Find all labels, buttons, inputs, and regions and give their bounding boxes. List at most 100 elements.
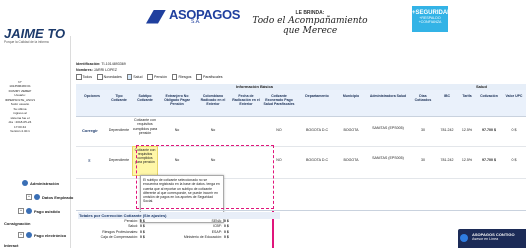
user-info: N° 1013596480 01 DUMMY ZEBEP Usuario: ID… xyxy=(3,80,37,134)
cell-municipio: BOGOTA xyxy=(343,158,359,162)
chat-icon xyxy=(460,234,468,242)
cell-cotizacion: 97.700 $ xyxy=(482,158,496,162)
col-ibc: IBC xyxy=(443,94,451,98)
chat-widget[interactable]: ASOPAGOS CONTIGO Asesor en Línea xyxy=(458,229,526,248)
cell-tarifa: 12.5% xyxy=(461,158,473,162)
cell-valor-upc: 0 $ xyxy=(511,158,517,162)
checkbox[interactable] xyxy=(97,74,103,80)
total-value: 0 $ xyxy=(224,235,229,240)
table-header: Opciones Tipo Cotizante Subtipo Cotizant… xyxy=(76,90,526,117)
cell-colombiano: No xyxy=(210,128,216,132)
cell-municipio: BOGOTA xyxy=(343,128,359,132)
id-value: TI-1014893369 xyxy=(101,62,126,66)
sidebar-brand: JAIME TO xyxy=(4,26,66,41)
expand-icon: + xyxy=(18,208,24,214)
globe-icon xyxy=(26,232,32,238)
col-municipio: Municipio xyxy=(342,94,360,98)
total-value: 0 $ xyxy=(140,235,145,240)
col-subtipo: Subtipo Cotizante xyxy=(137,94,153,103)
totals-left-values: 0 $ 0 $ 0 $ 0 $ xyxy=(140,219,154,241)
menu-item-administracion[interactable]: Administración xyxy=(22,178,86,188)
total-label: Ministerio de Educación: xyxy=(183,235,222,240)
identification-block: Identificación: TI-1014893369 Nombres: J… xyxy=(76,62,126,74)
cell-tipo: Dependiente xyxy=(108,158,130,162)
totals-title: Totales por Corrección Cotizante (Sin aj… xyxy=(78,212,280,219)
name-label: Nombres: xyxy=(76,67,93,72)
cell-subtipo: Cotizante con requisitos cumplidos para … xyxy=(132,118,158,135)
col-valor-upc: Valor UPC xyxy=(505,94,523,98)
col-exonerado: Cotizante Exonerado Pago Salud Parafisca… xyxy=(263,94,295,107)
menu-icon-button[interactable]: Ξ xyxy=(88,158,91,163)
cell-admin: SANITAS (EPS005) xyxy=(372,156,404,160)
cell-valor-upc: 0 $ xyxy=(511,128,517,132)
badge-line3: +CONFIANZA xyxy=(418,19,442,24)
cell-cotizacion: 97.700 $ xyxy=(482,128,496,132)
id-label: Identificación: xyxy=(76,62,101,66)
chat-subtitle: Asesor en Línea xyxy=(472,237,499,241)
sidebar xyxy=(0,36,71,248)
menu-label: Datos Empleado xyxy=(42,194,74,200)
logo-text: ASOPAGOS xyxy=(169,7,240,22)
group-title-basica: Información Básica xyxy=(236,84,273,89)
menu-item-pago-electronico[interactable]: + Pago electrónico xyxy=(18,230,82,240)
col-dias: Días Cotizados xyxy=(414,94,432,103)
menu-label: Pago asistido xyxy=(34,208,61,214)
checkbox[interactable] xyxy=(196,74,202,80)
menu-item-datos[interactable]: + Datos Empleado xyxy=(26,192,90,202)
corregir-button[interactable]: Corregir xyxy=(82,128,98,133)
sidebar-brand-sub: Porque la Calidad de la informa xyxy=(4,40,49,44)
filter-checkboxes: Todos Novedades Salud Pensión Riesgos Pa… xyxy=(76,74,223,80)
menu-item-consignacion[interactable]: Consignación xyxy=(4,218,68,228)
checkbox[interactable] xyxy=(171,74,178,80)
filter-riesgos[interactable]: Riesgos xyxy=(171,74,191,80)
col-cotizacion: Cotización xyxy=(480,94,498,98)
expand-icon: + xyxy=(26,194,32,200)
table-row: Corregir Dependiente Cotizante con requi… xyxy=(76,116,526,147)
col-tarifa: Tarifa xyxy=(462,94,472,98)
filter-parafiscales[interactable]: Parafiscales xyxy=(196,74,223,80)
totals-right-labels: SENA: ICBF: ESAP: Ministerio de Educació… xyxy=(166,219,222,241)
col-fecha: Fecha de Radicación en el Exterior xyxy=(232,94,260,107)
cell-departamento: BOGOTA D.C xyxy=(305,128,329,132)
filter-pension[interactable]: Pensión xyxy=(147,74,167,80)
menu-item-pago-asistido[interactable]: + Pago asistido xyxy=(18,206,82,216)
menu-item-interact[interactable]: Interact xyxy=(4,240,68,250)
filter-todos[interactable]: Todos xyxy=(76,74,92,80)
totals-left-labels: Pensión: Salud: Riesgos Profesionales: C… xyxy=(76,219,138,241)
cell-tarifa: 12.5% xyxy=(461,128,473,132)
col-colombiano: Colombiano Radicado en el Exterior xyxy=(200,94,226,107)
group-title-salud: Salud xyxy=(476,84,487,89)
top-banner: ASOPAGOS S.A. LE BRINDA: Todo el Acompañ… xyxy=(0,0,526,36)
slogan-text: Todo el Acompañamiento que Merece xyxy=(252,16,368,36)
user-line: Versión 4.40.1 xyxy=(10,129,30,134)
menu-label: Consignación xyxy=(4,220,31,226)
globe-icon xyxy=(26,208,32,214)
cell-ibc: 781.242 xyxy=(440,128,454,132)
cell-admin: SANITAS (EPS005) xyxy=(372,126,404,130)
security-badge: +SEGURIDAD +RESPALDO +CONFIANZA xyxy=(412,6,452,32)
name-value: JARRI LOPEZ xyxy=(93,67,117,72)
cell-exonerado: NO xyxy=(276,128,282,132)
total-label: Caja de Compensación: xyxy=(100,235,138,240)
col-tipo: Tipo Cotizante xyxy=(111,94,127,103)
cell-ibc: 781.242 xyxy=(440,158,454,162)
asopagos-logo[interactable]: ASOPAGOS S.A. xyxy=(146,8,240,25)
menu-label: Administración xyxy=(30,180,60,186)
highlight-box xyxy=(136,145,274,209)
col-extranjero: Extranjero No Obligado Pagar Pensión xyxy=(164,94,190,107)
cell-departamento: BOGOTA D.C xyxy=(305,158,329,162)
globe-icon xyxy=(34,194,40,200)
checkbox[interactable] xyxy=(76,74,82,80)
checkbox[interactable] xyxy=(147,74,153,80)
menu-label: Pago electrónico xyxy=(34,232,67,238)
logo-mark-icon xyxy=(146,9,166,24)
col-departamento: Departamento xyxy=(305,94,329,98)
totals-right-values: 0 $ 0 $ 0 $ 0 $ xyxy=(224,219,238,241)
cell-dias: 30 xyxy=(421,158,425,162)
filter-novedades[interactable]: Novedades xyxy=(97,74,122,80)
menu-label: Interact xyxy=(4,242,19,248)
checkbox[interactable] xyxy=(126,74,133,80)
filter-salud[interactable]: Salud xyxy=(126,74,142,80)
col-admin-salud: Administradora Salud xyxy=(369,94,407,98)
slogan-block: LE BRINDA: Todo el Acompañamiento que Me… xyxy=(250,10,370,36)
